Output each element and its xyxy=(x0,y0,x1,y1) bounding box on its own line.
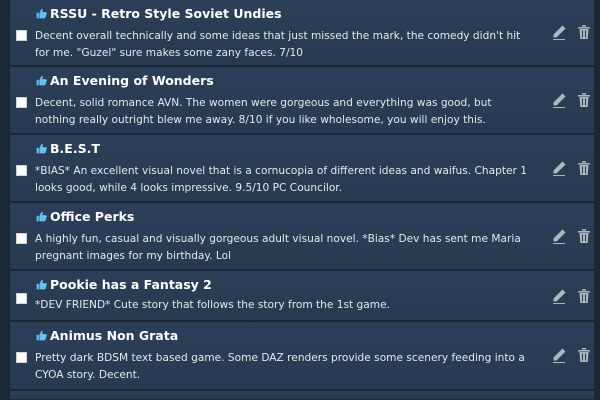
pencil-icon[interactable] xyxy=(551,288,567,304)
review-title-line: B.E.S.T xyxy=(36,141,100,156)
pencil-icon[interactable] xyxy=(551,92,567,108)
review-text: *DEV FRIEND* Cute story that follows the… xyxy=(35,299,390,311)
thumbs-up-icon xyxy=(36,330,47,341)
review-title-line: Animus Non Grata xyxy=(36,328,178,343)
select-checkbox[interactable] xyxy=(16,352,27,363)
review-title[interactable]: RSSU - Retro Style Soviet Undies xyxy=(50,6,282,21)
select-checkbox[interactable] xyxy=(16,293,27,304)
review-text: Pretty dark BDSM text based game. Some D… xyxy=(35,352,525,381)
review-row: Pookie has a Fantasy 2 *DEV FRIEND* Cute… xyxy=(10,271,600,321)
thumbs-up-icon xyxy=(36,75,47,86)
review-title-line: An Evening of Wonders xyxy=(36,73,214,88)
review-title-line: RSSU - Retro Style Soviet Undies xyxy=(36,6,282,21)
pencil-icon[interactable] xyxy=(551,228,567,244)
trash-icon[interactable] xyxy=(576,228,592,244)
review-row xyxy=(10,391,600,400)
pencil-icon[interactable] xyxy=(551,24,567,40)
thumbs-up-icon xyxy=(36,8,47,19)
select-checkbox[interactable] xyxy=(16,97,27,108)
trash-icon[interactable] xyxy=(576,92,592,108)
review-text: Decent overall technically and some idea… xyxy=(35,30,521,59)
review-row: Office Perks A highly fun, casual and vi… xyxy=(10,203,600,270)
review-title[interactable]: Pookie has a Fantasy 2 xyxy=(50,277,212,292)
thumbs-up-icon xyxy=(36,211,47,222)
trash-icon[interactable] xyxy=(576,24,592,40)
pencil-icon[interactable] xyxy=(551,347,567,363)
review-text: Decent, solid romance AVN. The women wer… xyxy=(35,97,492,126)
pencil-icon[interactable] xyxy=(551,160,567,176)
select-checkbox[interactable] xyxy=(16,165,27,176)
review-title[interactable]: B.E.S.T xyxy=(50,141,100,156)
review-title[interactable]: Office Perks xyxy=(50,209,134,224)
review-row: B.E.S.T *BIAS* An excellent visual novel… xyxy=(10,135,600,202)
review-text: *BIAS* An excellent visual novel that is… xyxy=(35,165,527,194)
trash-icon[interactable] xyxy=(576,160,592,176)
review-row: Animus Non Grata Pretty dark BDSM text b… xyxy=(10,322,600,390)
review-list: RSSU - Retro Style Soviet Undies Decent … xyxy=(10,0,600,400)
review-title[interactable]: Animus Non Grata xyxy=(50,328,178,343)
review-row: An Evening of Wonders Decent, solid roma… xyxy=(10,67,600,134)
thumbs-up-icon xyxy=(36,279,47,290)
review-row: RSSU - Retro Style Soviet Undies Decent … xyxy=(10,0,600,66)
select-checkbox[interactable] xyxy=(16,233,27,244)
trash-icon[interactable] xyxy=(576,347,592,363)
scrollbar[interactable] xyxy=(594,0,600,400)
review-title-line: Pookie has a Fantasy 2 xyxy=(36,277,212,292)
thumbs-up-icon xyxy=(36,143,47,154)
trash-icon[interactable] xyxy=(576,288,592,304)
review-title-line: Office Perks xyxy=(36,209,134,224)
review-title[interactable]: An Evening of Wonders xyxy=(50,73,214,88)
select-checkbox[interactable] xyxy=(16,30,27,41)
review-text: A highly fun, casual and visually gorgeo… xyxy=(35,233,521,262)
